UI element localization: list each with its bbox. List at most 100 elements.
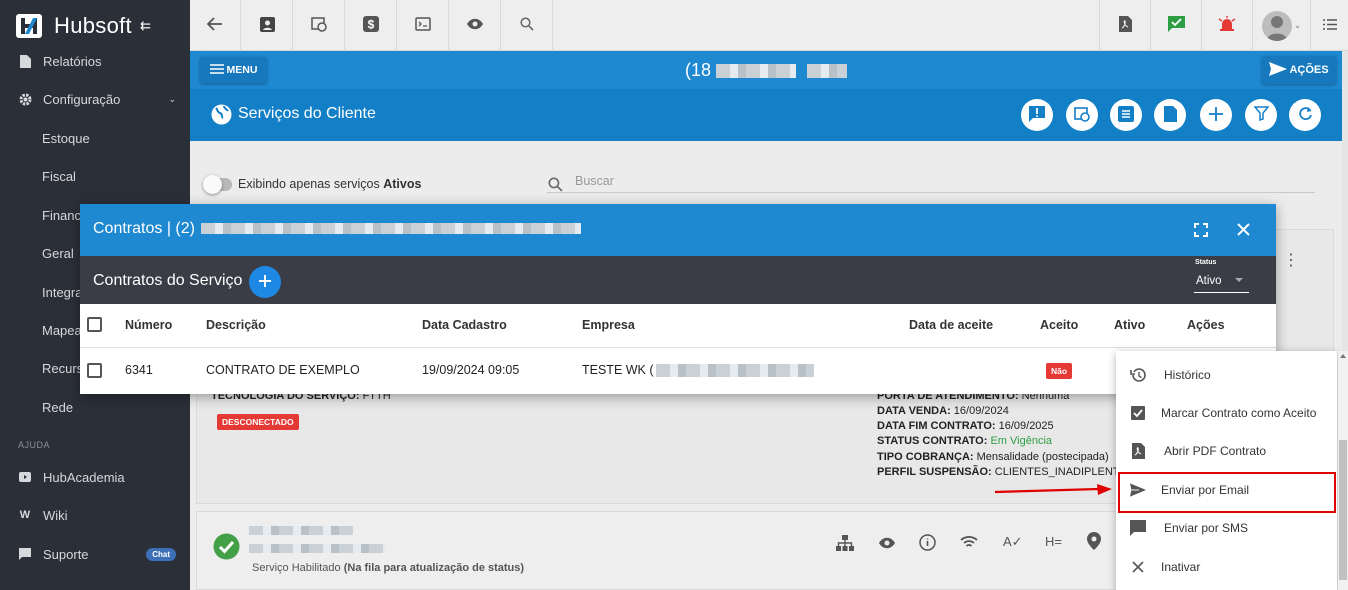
contracts-modal: Contratos | (2) Contratos do Serviço Sta… (80, 204, 1276, 394)
pdf-button[interactable] (1099, 0, 1150, 51)
map-pin-icon[interactable] (1087, 532, 1101, 553)
calendar-clock-button[interactable] (1066, 99, 1098, 131)
chat-icon (18, 547, 32, 561)
contact-card-button[interactable] (242, 0, 293, 51)
column-header-descricao[interactable]: Descrição (206, 318, 266, 332)
sidebar-item-wiki[interactable]: W Wiki (0, 499, 190, 531)
sidebar-item-estoque[interactable]: Estoque (0, 122, 190, 154)
eye-icon (466, 18, 484, 33)
list-box-icon (1118, 105, 1134, 125)
chevron-down-icon: ⌄ (1293, 20, 1302, 30)
status-select[interactable]: Ativo (1196, 275, 1222, 287)
sidebar-item-suporte[interactable]: Suporte Chat (0, 538, 190, 570)
search-underline (547, 192, 1315, 193)
sidebar-item-configuracao[interactable]: Configuração ⌄ (0, 83, 190, 115)
alarm-button[interactable] (1201, 0, 1252, 51)
list-detail-button[interactable] (1110, 99, 1142, 131)
user-menu[interactable]: ⌄ (1252, 0, 1310, 51)
redacted-text (655, 364, 814, 378)
row-checkbox[interactable] (87, 363, 102, 378)
column-header-aceito[interactable]: Aceito (1040, 318, 1078, 332)
hubsoft-logo-icon (16, 13, 42, 38)
close-icon (1130, 559, 1146, 575)
close-icon[interactable] (1237, 223, 1250, 239)
menu-item-inativar[interactable]: Inativar (1116, 548, 1337, 586)
dropdown-arrow-icon[interactable] (1235, 278, 1243, 282)
terminal-icon (415, 17, 431, 34)
sidebar-item-hubacademia[interactable]: HubAcademia (0, 461, 190, 493)
detail-perfil-suspensao: PERFIL SUSPENSÃO: CLIENTES_INADIPLENTES (877, 466, 1135, 478)
cell-empresa: TESTE WK ( (582, 363, 814, 378)
network-tree-icon[interactable] (836, 534, 854, 555)
search-input[interactable]: Buscar (575, 174, 614, 188)
highlight-box (1118, 472, 1336, 513)
column-header-data-cadastro[interactable]: Data Cadastro (422, 318, 507, 332)
gear-icon (18, 92, 32, 106)
toggle-knob[interactable] (203, 175, 222, 194)
search-button[interactable] (502, 0, 553, 51)
fullscreen-icon[interactable] (1194, 223, 1208, 240)
column-header-empresa[interactable]: Empresa (582, 318, 635, 332)
finance-button[interactable]: $ (346, 0, 397, 51)
plus-icon (259, 274, 271, 290)
filter-button[interactable] (1245, 99, 1277, 131)
sidebar-item-label: Fiscal (42, 168, 76, 184)
menu-item-enviar-sms[interactable]: Enviar por SMS (1116, 509, 1337, 547)
column-header-numero[interactable]: Número (125, 318, 172, 332)
menu-item-abrir-pdf[interactable]: Abrir PDF Contrato (1116, 432, 1337, 470)
info-icon[interactable] (919, 534, 936, 554)
spellcheck-icon[interactable]: A✓ (1003, 534, 1023, 550)
sidebar-item-rede[interactable]: Rede (0, 391, 190, 423)
scrollbar-thumb[interactable] (1339, 440, 1347, 580)
list-icon (1322, 18, 1337, 33)
add-contract-button[interactable] (249, 266, 281, 298)
aceito-badge: Não (1046, 363, 1073, 379)
add-button[interactable] (1200, 99, 1232, 131)
modal-subheader: Contratos do Serviço Status Ativo (80, 256, 1276, 304)
plus-icon (1209, 106, 1223, 124)
sidebar-item-fiscal[interactable]: Fiscal (0, 160, 190, 192)
check-box-icon (1130, 405, 1146, 421)
view-button[interactable] (450, 0, 501, 51)
hamburger-icon (209, 63, 224, 77)
column-header-ativo[interactable]: Ativo (1114, 318, 1145, 332)
app-logo[interactable]: Hubsoft ⇇ (0, 0, 190, 51)
scroll-up-icon[interactable] (1340, 354, 1346, 358)
eye-icon[interactable] (878, 537, 896, 552)
menu-item-historico[interactable]: Histórico (1116, 356, 1337, 394)
select-all-checkbox[interactable] (87, 317, 102, 332)
redacted-text (807, 64, 848, 79)
sidebar-item-label: Financ (42, 207, 82, 223)
client-id-prefix: (18 (685, 60, 712, 80)
sidebar-item-relatorios[interactable]: Relatórios (0, 45, 190, 77)
status-select-label: Status (1195, 259, 1217, 266)
menu-item-marcar-aceito[interactable]: Marcar Contrato como Aceito (1116, 394, 1337, 432)
redacted-text (716, 64, 797, 79)
back-button[interactable] (190, 0, 241, 51)
header-format-icon[interactable]: H= (1045, 534, 1062, 549)
chat-check-icon (1167, 16, 1185, 35)
column-header-data-aceite[interactable]: Data de aceite (909, 318, 993, 332)
redacted-text (201, 223, 582, 235)
acoes-button[interactable]: AÇÕES (1262, 56, 1336, 84)
terminal-button[interactable] (398, 0, 449, 51)
menu-button[interactable]: MENU (200, 57, 267, 83)
more-vert-icon[interactable]: ⋮ (1283, 250, 1299, 270)
cell-numero: 6341 (125, 363, 153, 377)
acoes-label: AÇÕES (1289, 64, 1329, 76)
wifi-icon[interactable] (960, 535, 978, 552)
contract-actions-menu: Histórico Marcar Contrato como Aceito Ab… (1116, 351, 1337, 590)
top-toolbar: $ ⌄ (190, 0, 1348, 51)
chat-approved-button[interactable] (1150, 0, 1201, 51)
send-icon (1269, 61, 1288, 79)
filter-icon (1252, 106, 1270, 124)
collapse-sidebar-icon[interactable]: ⇇ (140, 18, 151, 34)
list-menu-button[interactable] (1310, 0, 1348, 51)
cell-data-cadastro: 19/09/2024 09:05 (422, 363, 520, 377)
sms-icon (1130, 520, 1146, 536)
refresh-button[interactable] (1289, 99, 1321, 131)
calendar-clock-button[interactable] (294, 0, 345, 51)
document-button[interactable] (1154, 99, 1186, 131)
alert-message-button[interactable] (1021, 99, 1053, 131)
check-circle-icon (213, 533, 240, 563)
